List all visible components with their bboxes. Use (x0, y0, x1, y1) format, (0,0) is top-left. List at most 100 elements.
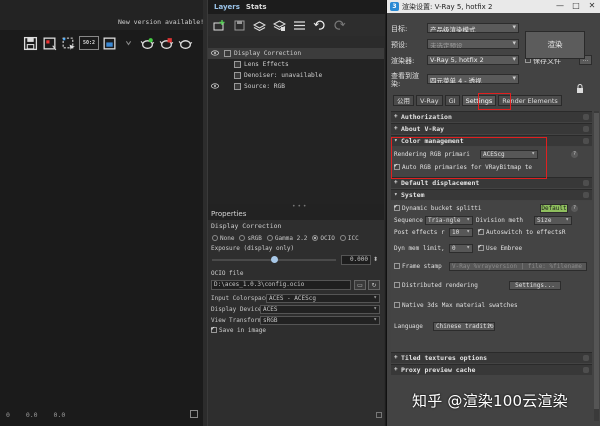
rollout-color-management[interactable]: ▾ Color management (391, 135, 592, 146)
teapot-stop-icon[interactable] (158, 35, 175, 52)
native-swatches-row[interactable]: Native 3ds Max material swatches (394, 301, 518, 309)
tab-render-elements[interactable]: Render Elements (498, 95, 562, 106)
new-version-notice[interactable]: New version available! (118, 18, 204, 26)
layer-checkbox[interactable] (224, 50, 231, 57)
frame-stamp-checkbox[interactable] (394, 262, 400, 269)
radio-icc[interactable]: ICC (339, 235, 359, 242)
dynamic-bucket-checkbox[interactable] (394, 203, 400, 211)
display-device-dropdown[interactable]: ACES (260, 305, 380, 314)
native-swatches-checkbox[interactable] (394, 301, 400, 308)
layer-checkbox[interactable] (234, 61, 241, 68)
tab-common[interactable]: 公用 (393, 95, 414, 106)
language-dropdown[interactable]: Chinese traditional (433, 322, 495, 331)
renderer-dropdown[interactable]: V-Ray 5, hotfix 2 (427, 55, 519, 65)
tab-layers[interactable]: Layers (211, 2, 243, 12)
region-select-icon[interactable] (60, 35, 77, 52)
window-titlebar[interactable]: 3 渲染设置: V-Ray 5, hotfix 2 — □ ✕ (387, 0, 600, 13)
dynamic-bucket-row[interactable]: Dynamic bucket splitti (394, 203, 481, 212)
use-embree-checkbox[interactable] (478, 243, 484, 251)
default-button[interactable]: Default (540, 204, 568, 213)
layers-preset-icon[interactable] (272, 18, 287, 33)
rollout-scrollbar[interactable] (594, 111, 599, 421)
rgb-primaries-dropdown[interactable]: ACEScg (480, 150, 538, 159)
tab-gi[interactable]: GI (444, 95, 460, 106)
rollout-system[interactable]: ▾ System (391, 189, 592, 200)
autoswitch-row[interactable]: Autoswitch to effectsR (478, 227, 565, 236)
add-layer-icon[interactable] (212, 18, 227, 33)
scrollbar-thumb[interactable] (594, 113, 599, 409)
save-image-icon[interactable] (22, 35, 39, 52)
save-in-image-row[interactable]: Save in image (208, 325, 384, 336)
undo-icon[interactable] (312, 18, 327, 33)
radio-gamma[interactable]: Gamma 2.2 (266, 235, 307, 242)
resize-grip-icon[interactable] (190, 410, 198, 418)
dyn-mem-input[interactable]: 0 (449, 244, 473, 253)
frame-icon[interactable] (101, 35, 118, 52)
sequence-dropdown[interactable]: Tria-ngle (425, 216, 473, 225)
auto-rgb-row[interactable]: Auto RGB primaries for VRayBitmap te (394, 162, 532, 171)
autoswitch-checkbox[interactable] (478, 227, 484, 235)
spinner-icon[interactable]: ⬍ (373, 256, 378, 263)
maximize-button[interactable]: □ (568, 0, 584, 13)
browse-folder-icon[interactable]: ▭ (354, 280, 366, 290)
division-dropdown[interactable]: Size (534, 216, 572, 225)
chevron-icon[interactable] (120, 35, 137, 52)
layer-display-correction[interactable]: Display Correction (208, 48, 384, 59)
rollout-proxy-cache[interactable]: + Proxy preview cache (391, 364, 592, 375)
layer-denoiser[interactable]: Denoiser: unavailable (208, 70, 384, 81)
teapot-render-icon[interactable] (139, 35, 156, 52)
rollout-dot-icon (583, 138, 589, 144)
sequence-label: Sequence (394, 217, 423, 224)
input-colorspace-dropdown[interactable]: ACES - ACEScg (266, 294, 380, 303)
layer-source[interactable]: Source: RGB (208, 81, 384, 92)
preset-dropdown[interactable]: 未选定预设 (427, 39, 519, 49)
layer-lens-effects[interactable]: Lens Effects (208, 59, 384, 70)
target-dropdown[interactable]: 产品级渲染模式 (427, 23, 519, 33)
collapse-arrow-icon: ▾ (394, 191, 398, 198)
lock-icon[interactable] (576, 84, 584, 93)
redo-icon[interactable] (332, 18, 347, 33)
tab-stats[interactable]: Stats (243, 2, 270, 12)
teapot-icon[interactable] (177, 35, 194, 52)
frame-stamp-row[interactable]: Frame stamp (394, 262, 442, 270)
layer-checkbox[interactable] (234, 72, 241, 79)
distributed-settings-button[interactable]: Settings... (509, 281, 561, 290)
exposure-input[interactable]: 0.000 (341, 255, 371, 265)
save-in-image-checkbox[interactable] (211, 325, 217, 333)
load-layers-icon[interactable] (252, 18, 267, 33)
window-title: 渲染设置: V-Ray 5, hotfix 2 (402, 2, 493, 11)
help-icon[interactable]: ? (571, 151, 578, 158)
exposure-slider-knob[interactable] (270, 256, 278, 263)
minimize-button[interactable]: — (552, 0, 568, 13)
load-image-icon[interactable] (41, 35, 58, 52)
list-icon[interactable] (292, 18, 307, 33)
post-effects-input[interactable]: 10 (449, 228, 473, 237)
auto-rgb-checkbox[interactable] (394, 162, 400, 170)
distributed-checkbox[interactable] (394, 281, 400, 288)
eye-icon[interactable] (211, 50, 219, 56)
distributed-row[interactable]: Distributed rendering (394, 281, 478, 289)
resize-grip-icon[interactable] (376, 412, 382, 418)
rollout-authorization[interactable]: + Authorization (391, 111, 592, 122)
use-embree-row[interactable]: Use Embree (478, 243, 522, 252)
rollout-tiled-textures[interactable]: + Tiled textures options (391, 352, 592, 363)
view-transform-dropdown[interactable]: sRGB (260, 316, 380, 325)
render-button[interactable]: 渲染 (525, 31, 585, 59)
ocio-path-input[interactable]: D:\aces_1.0.3\config.ocio (211, 280, 351, 290)
tab-vray[interactable]: V-Ray (416, 95, 443, 106)
close-button[interactable]: ✕ (584, 0, 600, 13)
layer-checkbox[interactable] (234, 83, 241, 90)
save-layers-icon[interactable] (232, 18, 247, 33)
help-icon[interactable]: ? (571, 205, 578, 212)
rollout-default-displacement[interactable]: + Default displacement (391, 177, 592, 188)
compare-50-icon[interactable]: 50:2 (79, 36, 99, 50)
reload-icon[interactable]: ↻ (368, 280, 380, 290)
frame-stamp-input[interactable]: V-Ray %vrayversion | file: %filename (449, 262, 587, 271)
radio-ocio[interactable]: OCIO (312, 235, 335, 242)
view-to-render-dropdown[interactable]: 四元菜单 4 - 透视 (427, 74, 519, 84)
eye-icon[interactable] (211, 83, 219, 89)
radio-none[interactable]: None (212, 235, 234, 242)
rollout-about-vray[interactable]: + About V-Ray (391, 123, 592, 134)
tab-settings[interactable]: Settings (461, 95, 497, 106)
radio-srgb[interactable]: sRGB (239, 235, 262, 242)
